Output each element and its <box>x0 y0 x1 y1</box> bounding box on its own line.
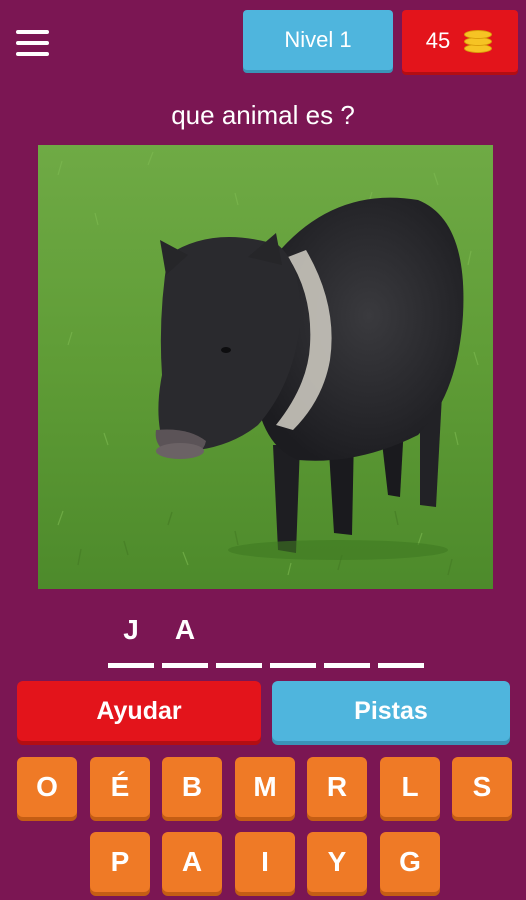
level-label: Nivel 1 <box>284 27 352 52</box>
answer-underline <box>162 663 208 668</box>
letter-key[interactable]: É <box>90 757 150 817</box>
letter-key[interactable]: I <box>235 832 295 892</box>
answer-underline <box>378 663 424 668</box>
level-badge: Nivel 1 <box>243 10 393 70</box>
answer-slots: J A <box>108 612 428 668</box>
help-button[interactable]: Ayudar <box>17 681 261 741</box>
answer-underline <box>216 663 262 668</box>
answer-letter: A <box>174 614 196 645</box>
coins-count: 45 <box>425 28 451 53</box>
animal-photo <box>38 145 493 589</box>
menu-icon[interactable] <box>16 28 50 58</box>
coins-badge[interactable]: 45 <box>402 10 518 72</box>
coin-stack-icon <box>464 28 494 54</box>
answer-slot[interactable] <box>270 612 316 668</box>
letter-key[interactable]: G <box>380 832 440 892</box>
answer-letter: J <box>123 614 139 645</box>
answer-slot[interactable] <box>216 612 262 668</box>
letter-key[interactable]: Y <box>307 832 367 892</box>
hints-button[interactable]: Pistas <box>272 681 510 741</box>
answer-slot[interactable] <box>378 612 424 668</box>
answer-slot[interactable]: J <box>108 612 154 668</box>
letter-key[interactable]: O <box>17 757 77 817</box>
game-screen: Nivel 1 45 que animal es ? J A Ayudar Pi… <box>4 4 522 896</box>
answer-slot[interactable]: A <box>162 612 208 668</box>
letter-key[interactable]: B <box>162 757 222 817</box>
letter-key[interactable]: M <box>235 757 295 817</box>
letter-key[interactable]: L <box>380 757 440 817</box>
letter-key[interactable]: R <box>307 757 367 817</box>
letter-key[interactable]: A <box>162 832 222 892</box>
peccary-image <box>38 145 493 589</box>
letter-key[interactable]: P <box>90 832 150 892</box>
letter-key[interactable]: S <box>452 757 512 817</box>
answer-underline <box>108 663 154 668</box>
answer-underline <box>324 663 370 668</box>
answer-slot[interactable] <box>324 612 370 668</box>
answer-underline <box>270 663 316 668</box>
question-text: que animal es ? <box>171 100 355 130</box>
